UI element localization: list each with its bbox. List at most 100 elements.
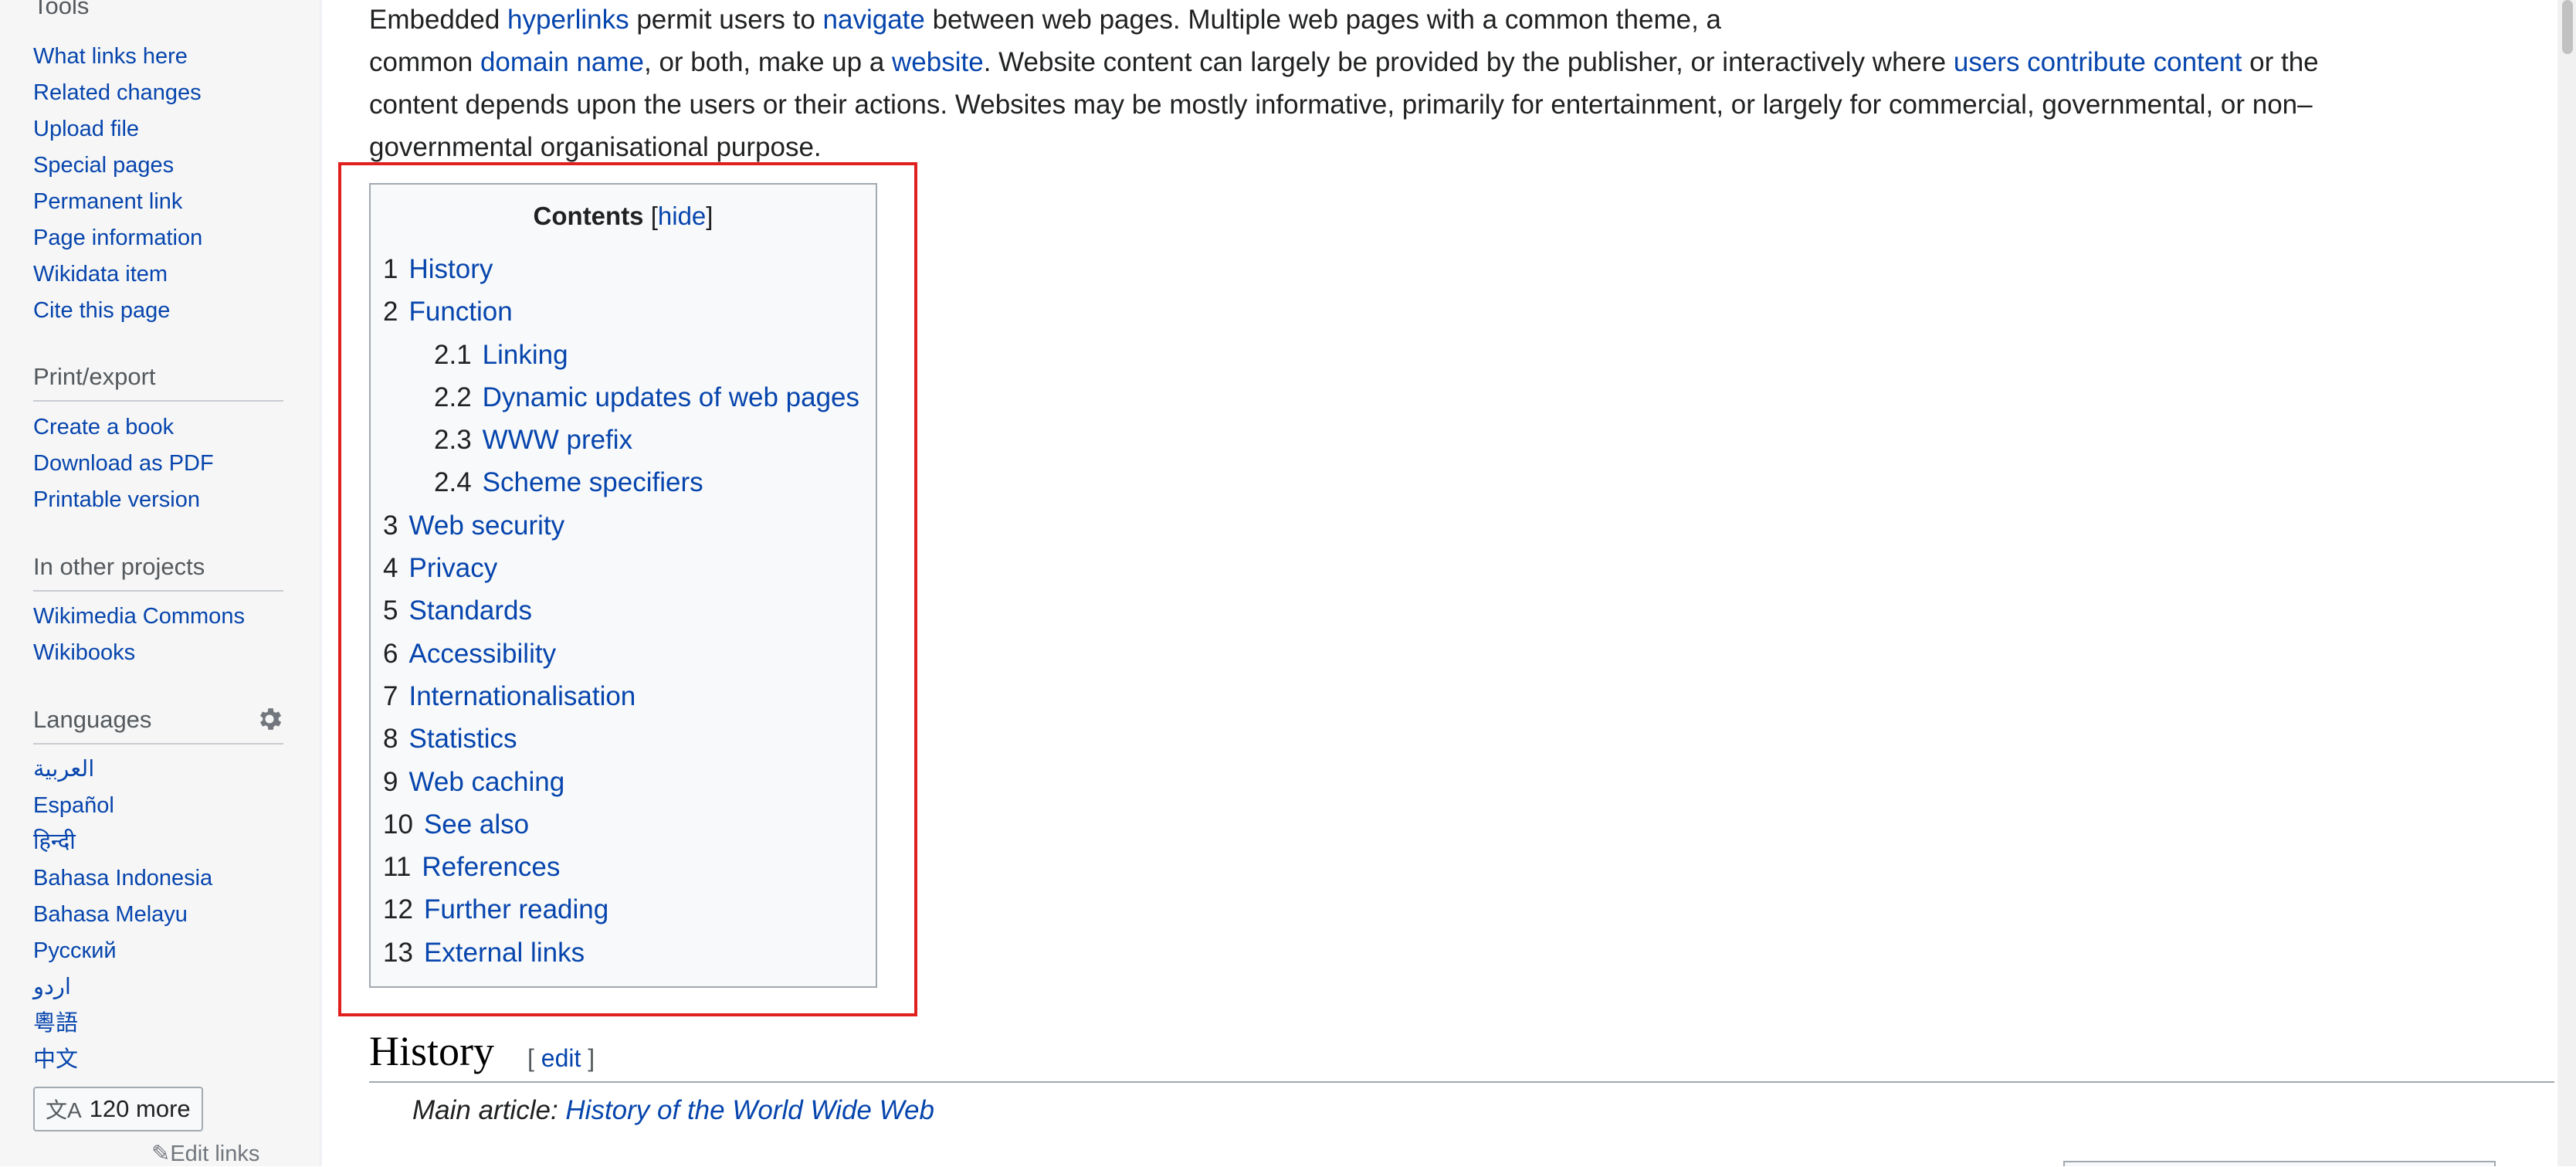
toc-item-number: 5 xyxy=(383,595,398,626)
toc-hide-toggle[interactable]: hide xyxy=(658,202,706,230)
sidebar-link-what-links-here[interactable]: What links here xyxy=(33,39,202,75)
toc-item[interactable]: 5 Standards xyxy=(383,589,859,632)
link-hyperlinks[interactable]: hyperlinks xyxy=(507,5,629,35)
toc-item-number: 7 xyxy=(383,680,398,711)
toc-item-link[interactable]: Linking xyxy=(483,340,568,370)
languages-divider xyxy=(33,743,283,745)
toc-item-number: 3 xyxy=(383,510,398,541)
toc-item-link[interactable]: Privacy xyxy=(408,553,497,583)
toc-item[interactable]: 4 Privacy xyxy=(383,547,859,589)
toc-item-link[interactable]: Function xyxy=(408,297,512,327)
toc-item-number: 13 xyxy=(383,937,413,968)
toc-item[interactable]: 13 External links xyxy=(383,931,859,974)
sidebar-link-cite-this-page[interactable]: Cite this page xyxy=(33,293,202,329)
toc-item[interactable]: 2.3 WWW prefix xyxy=(383,419,859,461)
intro-line-2: common domain name, or both, make up a w… xyxy=(369,47,2319,77)
edit-links-link[interactable]: ✎Edit links xyxy=(151,1140,259,1167)
toc-item-link[interactable]: History xyxy=(408,254,493,284)
scrollbar-thumb[interactable] xyxy=(2562,0,2573,54)
toc-item-link[interactable]: Accessibility xyxy=(408,639,556,669)
toc-item[interactable]: 2.1 Linking xyxy=(383,334,859,376)
language-link-arabic[interactable]: العربية xyxy=(33,751,212,788)
section-edit-link[interactable]: [ edit ] xyxy=(527,1044,595,1073)
sidebar-link-upload-file[interactable]: Upload file xyxy=(33,111,202,148)
sidebar-link-create-book[interactable]: Create a book xyxy=(33,409,214,446)
toc-item[interactable]: 2 Function xyxy=(383,290,859,333)
toc-item-link[interactable]: References xyxy=(422,852,560,882)
toc-item-link[interactable]: Web security xyxy=(408,511,564,541)
link-website[interactable]: website xyxy=(892,47,984,77)
toc-item-link[interactable]: Scheme specifiers xyxy=(483,467,703,497)
link-domain-name[interactable]: domain name xyxy=(480,47,644,77)
tools-list: What links here Related changes Upload f… xyxy=(33,39,202,329)
article-content: Embedded hyperlinks permit users to navi… xyxy=(323,0,2576,1166)
translate-icon: 文A xyxy=(46,1098,82,1122)
toc-item-number: 11 xyxy=(383,852,412,883)
section-heading-rule xyxy=(369,1081,2554,1083)
scrollbar[interactable] xyxy=(2557,0,2576,1166)
sidebar-link-printable-version[interactable]: Printable version xyxy=(33,482,214,518)
toc-item-number: 2.1 xyxy=(434,339,472,370)
toc-item[interactable]: 12 Further reading xyxy=(383,888,859,931)
toc-item[interactable]: 3 Web security xyxy=(383,504,859,547)
sidebar-link-special-pages[interactable]: Special pages xyxy=(33,148,202,184)
toc-list: 1 History 2 Function 2.1 Linking 2.2 Dynamic up… xyxy=(383,248,859,974)
language-link-malay[interactable]: Bahasa Melayu xyxy=(33,897,212,933)
toc-item[interactable]: 6 Accessibility xyxy=(383,633,859,675)
more-languages-button[interactable]: 文A 120 more xyxy=(33,1087,203,1131)
other-projects-divider xyxy=(33,590,283,592)
toc-item-link[interactable]: See also xyxy=(424,809,529,840)
toc-item[interactable]: 7 Internationalisation xyxy=(383,675,859,718)
print-export-heading: Print/export xyxy=(33,363,156,390)
toc-item-link[interactable]: WWW prefix xyxy=(483,425,632,455)
toc-item-link[interactable]: Statistics xyxy=(408,724,517,754)
toc-item-link[interactable]: External links xyxy=(424,938,585,968)
pencil-icon: ✎ xyxy=(151,1142,171,1166)
toc-item-number: 2.4 xyxy=(434,467,472,498)
language-link-chinese[interactable]: 中文 xyxy=(33,1042,212,1078)
toc-item-number: 1 xyxy=(383,254,398,284)
toc-item-link[interactable]: Internationalisation xyxy=(408,681,636,711)
toc-item[interactable]: 1 History xyxy=(383,248,859,290)
language-link-urdu[interactable]: اردو xyxy=(33,969,212,1006)
print-export-divider xyxy=(33,400,283,402)
toc-item[interactable]: 8 Statistics xyxy=(383,718,859,760)
language-link-hindi[interactable]: हिन्दी xyxy=(33,824,212,860)
language-link-spanish[interactable]: Español xyxy=(33,788,212,824)
toc-item-link[interactable]: Dynamic updates of web pages xyxy=(483,382,859,412)
sidebar-link-wikimedia-commons[interactable]: Wikimedia Commons xyxy=(33,599,245,635)
sidebar-link-related-changes[interactable]: Related changes xyxy=(33,75,202,111)
toc-item[interactable]: 11 References xyxy=(383,846,859,888)
infobox-edge xyxy=(2063,1161,2496,1166)
toc-item[interactable]: 9 Web caching xyxy=(383,761,859,803)
toc-item-link[interactable]: Standards xyxy=(408,595,532,626)
toc-item-number: 6 xyxy=(383,638,398,669)
toc-item[interactable]: 10 See also xyxy=(383,803,859,846)
sidebar-link-wikibooks[interactable]: Wikibooks xyxy=(33,635,245,671)
link-navigate[interactable]: navigate xyxy=(823,5,925,35)
toc-item-number: 12 xyxy=(383,894,413,925)
sidebar: Tools What links here Related changes Up… xyxy=(0,0,320,1166)
link-users-contribute-content[interactable]: users contribute content xyxy=(1954,47,2242,77)
toc-title: Contents xyxy=(533,202,644,230)
toc-item[interactable]: 2.4 Scheme specifiers xyxy=(383,461,859,504)
sidebar-link-page-information[interactable]: Page information xyxy=(33,220,202,256)
language-link-indonesian[interactable]: Bahasa Indonesia xyxy=(33,860,212,897)
sidebar-link-download-pdf[interactable]: Download as PDF xyxy=(33,446,214,482)
toc-title-row: Contents [hide] xyxy=(533,202,713,230)
toc-item[interactable]: 2.2 Dynamic updates of web pages xyxy=(383,376,859,419)
language-link-cantonese[interactable]: 粵語 xyxy=(33,1006,212,1042)
more-languages-label: 120 more xyxy=(89,1095,191,1122)
link-history-of-www[interactable]: History of the World Wide Web xyxy=(565,1095,934,1125)
gear-icon[interactable] xyxy=(255,704,284,734)
print-export-list: Create a book Download as PDF Printable … xyxy=(33,409,214,518)
toc-item-link[interactable]: Web caching xyxy=(408,767,564,797)
section-edit-label[interactable]: edit xyxy=(541,1044,581,1072)
toc-item-number: 2.2 xyxy=(434,382,472,412)
toc-item-number: 4 xyxy=(383,553,398,584)
toc-item-link[interactable]: Further reading xyxy=(424,894,608,924)
sidebar-link-wikidata-item[interactable]: Wikidata item xyxy=(33,256,202,293)
language-link-russian[interactable]: Русский xyxy=(33,933,212,969)
other-projects-heading: In other projects xyxy=(33,553,205,580)
sidebar-link-permanent-link[interactable]: Permanent link xyxy=(33,184,202,220)
